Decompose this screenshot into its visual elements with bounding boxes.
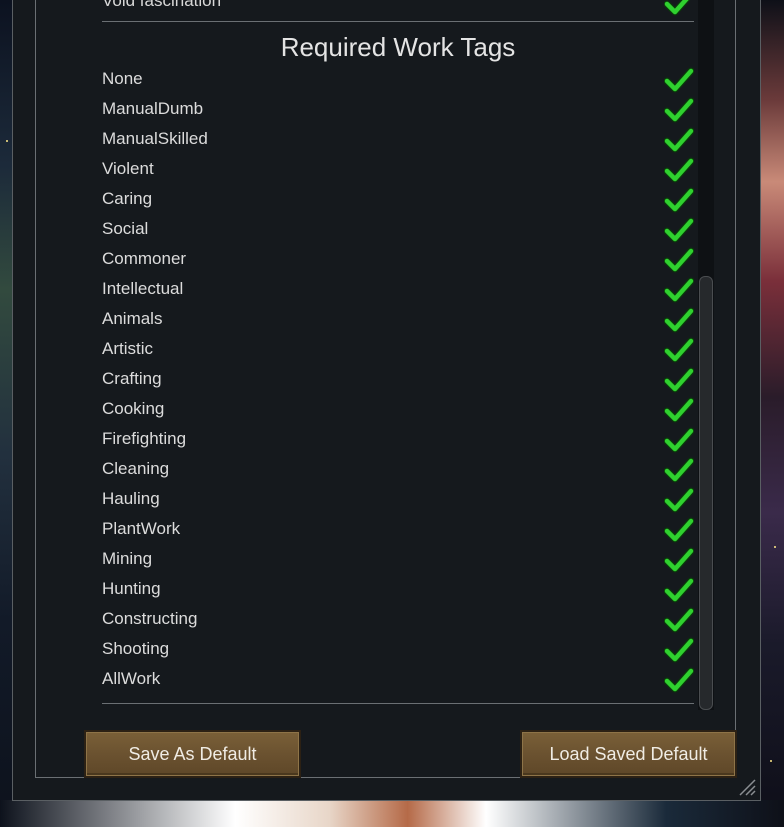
section-divider-top [102, 21, 694, 22]
work-tag-label: Mining [102, 549, 153, 568]
previous-list-item-label: Void fascination [102, 0, 222, 10]
work-tag-row[interactable]: ManualDumb [102, 94, 694, 124]
work-tag-label: Violent [102, 159, 154, 178]
checkmark-icon[interactable] [664, 337, 694, 363]
work-tag-row[interactable]: Social [102, 214, 694, 244]
section-divider-bottom [102, 703, 694, 704]
work-tag-row[interactable]: Shooting [102, 634, 694, 664]
work-tag-label: ManualDumb [102, 99, 204, 118]
work-tag-label: Cleaning [102, 459, 170, 478]
checkmark-icon[interactable] [664, 157, 694, 183]
work-tag-row[interactable]: Hunting [102, 574, 694, 604]
work-tag-label: Shooting [102, 639, 170, 658]
work-tag-row[interactable]: ManualSkilled [102, 124, 694, 154]
load-saved-default-button[interactable]: Load Saved Default [520, 730, 737, 778]
work-tag-row[interactable]: Firefighting [102, 424, 694, 454]
checkmark-icon[interactable] [664, 517, 694, 543]
checkmark-icon[interactable] [664, 67, 694, 93]
work-tag-row[interactable]: PlantWork [102, 514, 694, 544]
work-tag-row[interactable]: None [102, 64, 694, 94]
checkmark-icon[interactable] [664, 187, 694, 213]
work-tag-row[interactable]: Cooking [102, 394, 694, 424]
work-tag-row[interactable]: Mining [102, 544, 694, 574]
work-tag-row[interactable]: Hauling [102, 484, 694, 514]
work-tag-row[interactable]: AllWork [102, 664, 694, 694]
work-tag-label: Hauling [102, 489, 160, 508]
background-star [774, 546, 776, 548]
work-tag-label: Artistic [102, 339, 153, 358]
work-tag-label: None [102, 69, 143, 88]
dialog-content-frame: Void fascination Required Work Tags None… [35, 0, 737, 778]
checkmark-icon[interactable] [664, 637, 694, 663]
work-tag-row[interactable]: Crafting [102, 364, 694, 394]
checkmark-icon[interactable] [664, 307, 694, 333]
checkmark-icon[interactable] [664, 127, 694, 153]
work-tag-row[interactable]: Animals [102, 304, 694, 334]
work-tag-label: Cooking [102, 399, 165, 418]
checkmark-icon[interactable] [664, 457, 694, 483]
work-tag-row[interactable]: Constructing [102, 604, 694, 634]
work-tag-label: Caring [102, 189, 153, 208]
work-tag-row[interactable]: Cleaning [102, 454, 694, 484]
work-tag-row[interactable]: Caring [102, 184, 694, 214]
background-star [770, 760, 772, 762]
work-tag-label: Hunting [102, 579, 161, 598]
checkmark-icon[interactable] [664, 0, 694, 16]
resize-grip-icon[interactable] [736, 776, 756, 796]
work-tag-label: Animals [102, 309, 163, 328]
checkmark-icon[interactable] [664, 607, 694, 633]
work-tag-label: Intellectual [102, 279, 184, 298]
work-tag-label: Social [102, 219, 149, 238]
work-tag-row[interactable]: Commoner [102, 244, 694, 274]
checkmark-icon[interactable] [664, 487, 694, 513]
background-star [6, 140, 8, 142]
work-tag-row[interactable]: Artistic [102, 334, 694, 364]
checkmark-icon[interactable] [664, 667, 694, 693]
checkmark-icon[interactable] [664, 547, 694, 573]
work-tag-label: Commoner [102, 249, 187, 268]
checkmark-icon[interactable] [664, 217, 694, 243]
work-tag-label: Firefighting [102, 429, 187, 448]
work-tag-row[interactable]: Violent [102, 154, 694, 184]
checkmark-icon[interactable] [664, 97, 694, 123]
work-tag-label: AllWork [102, 669, 161, 688]
checkmark-icon[interactable] [664, 367, 694, 393]
work-tag-label: Crafting [102, 369, 162, 388]
checkmark-icon[interactable] [664, 577, 694, 603]
checkmark-icon[interactable] [664, 277, 694, 303]
work-tag-row[interactable]: Intellectual [102, 274, 694, 304]
section-title: Required Work Tags [280, 32, 516, 62]
scrollbar-thumb[interactable] [699, 276, 713, 710]
work-tag-list: None ManualDumb ManualSkilled Violent Caring… [102, 64, 702, 694]
work-tag-label: PlantWork [102, 519, 181, 538]
work-tag-label: ManualSkilled [102, 129, 208, 148]
background-art-bottom [0, 800, 784, 827]
checkmark-icon[interactable] [664, 247, 694, 273]
settings-dialog: Void fascination Required Work Tags None… [12, 0, 761, 801]
checkmark-icon[interactable] [664, 397, 694, 423]
work-tag-label: Constructing [102, 609, 198, 628]
background-art-right [760, 0, 784, 827]
checkmark-icon[interactable] [664, 427, 694, 453]
save-as-default-button[interactable]: Save As Default [84, 730, 301, 778]
